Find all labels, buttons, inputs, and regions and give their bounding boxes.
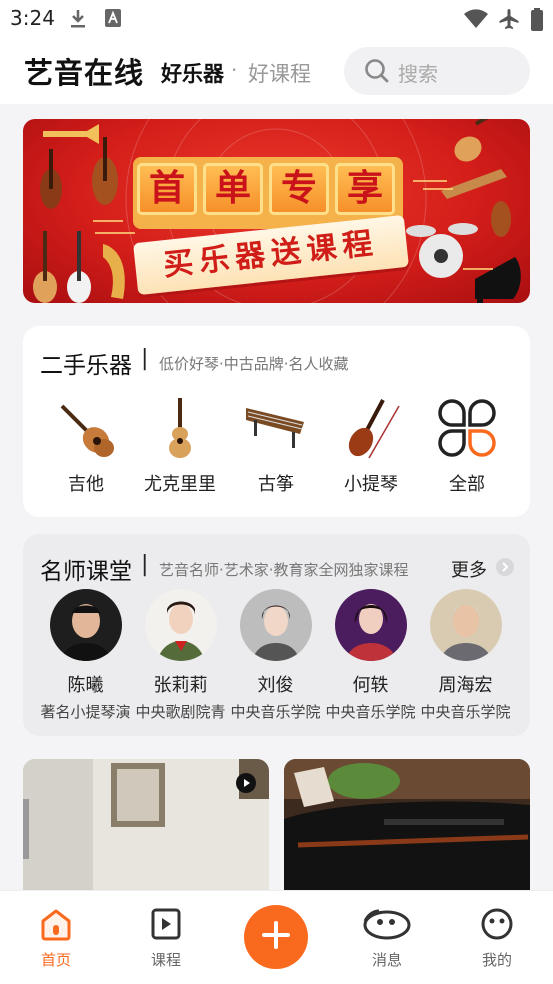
- title-divider: |: [141, 552, 149, 577]
- avatar: [144, 589, 217, 661]
- banner-title-char: 单: [203, 163, 263, 215]
- category-label: 全部: [449, 474, 485, 495]
- nav-label: 消息: [371, 951, 402, 969]
- section-title: 名师课堂: [40, 559, 132, 585]
- search-placeholder: 搜索: [398, 62, 438, 86]
- plus-icon: [261, 920, 291, 954]
- teacher-title: 中央音乐学院: [230, 703, 321, 721]
- master-class-section: 名师课堂 | 艺音名师·艺术家·教育家全网独家课程 更多 陈曦 著名小提琴演 张…: [23, 534, 530, 736]
- slogan-courses: 好课程: [248, 62, 311, 86]
- category-violin[interactable]: 小提琴: [326, 396, 416, 496]
- teacher-card[interactable]: 张莉莉 中央歌剧院青: [133, 589, 228, 722]
- chevron-right-icon[interactable]: [496, 558, 514, 580]
- category-label: 尤克里里: [144, 474, 216, 495]
- trumpet-illustration: [43, 124, 99, 144]
- guitar-illustration-right: [441, 119, 511, 237]
- home-icon: [39, 909, 73, 945]
- teacher-card[interactable]: 刘俊 中央音乐学院: [228, 589, 323, 722]
- teacher-title: 中央音乐学院: [420, 703, 511, 721]
- bottom-navigation: 首页 课程 消息 我的: [0, 890, 553, 984]
- play-icon: [236, 773, 256, 797]
- teacher-name: 张莉莉: [153, 675, 208, 696]
- status-bar: 3:24: [0, 0, 553, 38]
- more-link[interactable]: 更多: [451, 556, 487, 582]
- category-ukulele[interactable]: 尤克里里: [135, 396, 225, 496]
- grid-all-icon: [422, 396, 512, 460]
- app-header: 艺音在线 好乐器 · 好课程 搜索: [0, 38, 553, 104]
- nav-label: 我的: [481, 951, 512, 969]
- category-guzheng[interactable]: 古筝: [231, 396, 321, 496]
- add-button[interactable]: [244, 905, 308, 969]
- avatar: [429, 589, 502, 661]
- teacher-card[interactable]: 何轶 中央音乐学院: [323, 589, 418, 722]
- piano-illustration: [475, 257, 521, 303]
- teacher-name: 陈曦: [67, 675, 104, 696]
- app-notification-icon: [104, 8, 122, 32]
- banner-title-char: 享: [335, 163, 395, 215]
- avatar: [239, 589, 312, 661]
- slogan-separator: ·: [231, 58, 238, 82]
- category-label: 吉他: [68, 474, 104, 495]
- profile-icon: [480, 908, 514, 945]
- slogan-instruments: 好乐器: [161, 62, 224, 86]
- video-preview-image: [284, 759, 530, 894]
- guzheng-icon: [231, 396, 321, 460]
- section-subtitle: 艺音名师·艺术家·教育家全网独家课程: [159, 561, 409, 579]
- nav-messages[interactable]: 消息: [347, 907, 427, 970]
- search-icon: [364, 58, 390, 88]
- battery-icon: [530, 8, 544, 36]
- status-time: 3:24: [10, 6, 55, 30]
- section-title: 二手乐器: [40, 353, 132, 379]
- app-title: 艺音在线: [24, 56, 145, 90]
- avatar: [49, 589, 122, 661]
- teacher-card[interactable]: 周海宏 中央音乐学院: [418, 589, 513, 722]
- nav-profile[interactable]: 我的: [457, 907, 537, 970]
- wifi-icon: [463, 8, 489, 34]
- video-thumbnail[interactable]: [23, 759, 269, 894]
- message-icon: [361, 909, 413, 945]
- ukulele-icon: [135, 396, 225, 460]
- nav-home[interactable]: 首页: [16, 907, 96, 970]
- search-input[interactable]: 搜索: [344, 47, 530, 95]
- nav-courses[interactable]: 课程: [126, 907, 206, 970]
- guitar-illustration-left: [33, 231, 125, 303]
- banner-title-char: 首: [137, 163, 197, 215]
- guitar-icon: [41, 396, 131, 460]
- teacher-card[interactable]: 陈曦 著名小提琴演: [38, 589, 133, 722]
- title-divider: |: [141, 346, 149, 371]
- banner-title-char: 专: [269, 163, 329, 215]
- category-label: 古筝: [258, 474, 294, 495]
- promo-banner[interactable]: 首 单 专 享 买乐器送课程: [23, 119, 530, 303]
- teacher-name: 周海宏: [438, 675, 493, 696]
- teacher-title: 著名小提琴演: [40, 703, 131, 721]
- teacher-name: 何轶: [352, 675, 389, 696]
- video-thumbnail[interactable]: [284, 759, 530, 894]
- nav-label: 课程: [150, 951, 181, 969]
- teacher-name: 刘俊: [257, 675, 294, 696]
- airplane-mode-icon: [497, 8, 521, 34]
- section-subtitle: 低价好琴·中古品牌·名人收藏: [159, 355, 349, 373]
- avatar: [334, 589, 407, 661]
- course-play-icon: [149, 908, 183, 945]
- category-all[interactable]: 全部: [422, 396, 512, 496]
- download-icon: [68, 8, 88, 34]
- second-hand-section: 二手乐器 | 低价好琴·中古品牌·名人收藏 吉他 尤克里里 古筝 小提琴 全部: [23, 326, 530, 517]
- teacher-title: 中央音乐学院: [325, 703, 416, 721]
- violin-illustration-left: [40, 137, 118, 209]
- teacher-title: 中央歌剧院青: [135, 703, 226, 721]
- nav-label: 首页: [40, 951, 71, 969]
- violin-icon: [326, 396, 416, 460]
- category-label: 小提琴: [344, 474, 398, 495]
- category-guitar[interactable]: 吉他: [41, 396, 131, 496]
- video-preview-image: [23, 759, 269, 894]
